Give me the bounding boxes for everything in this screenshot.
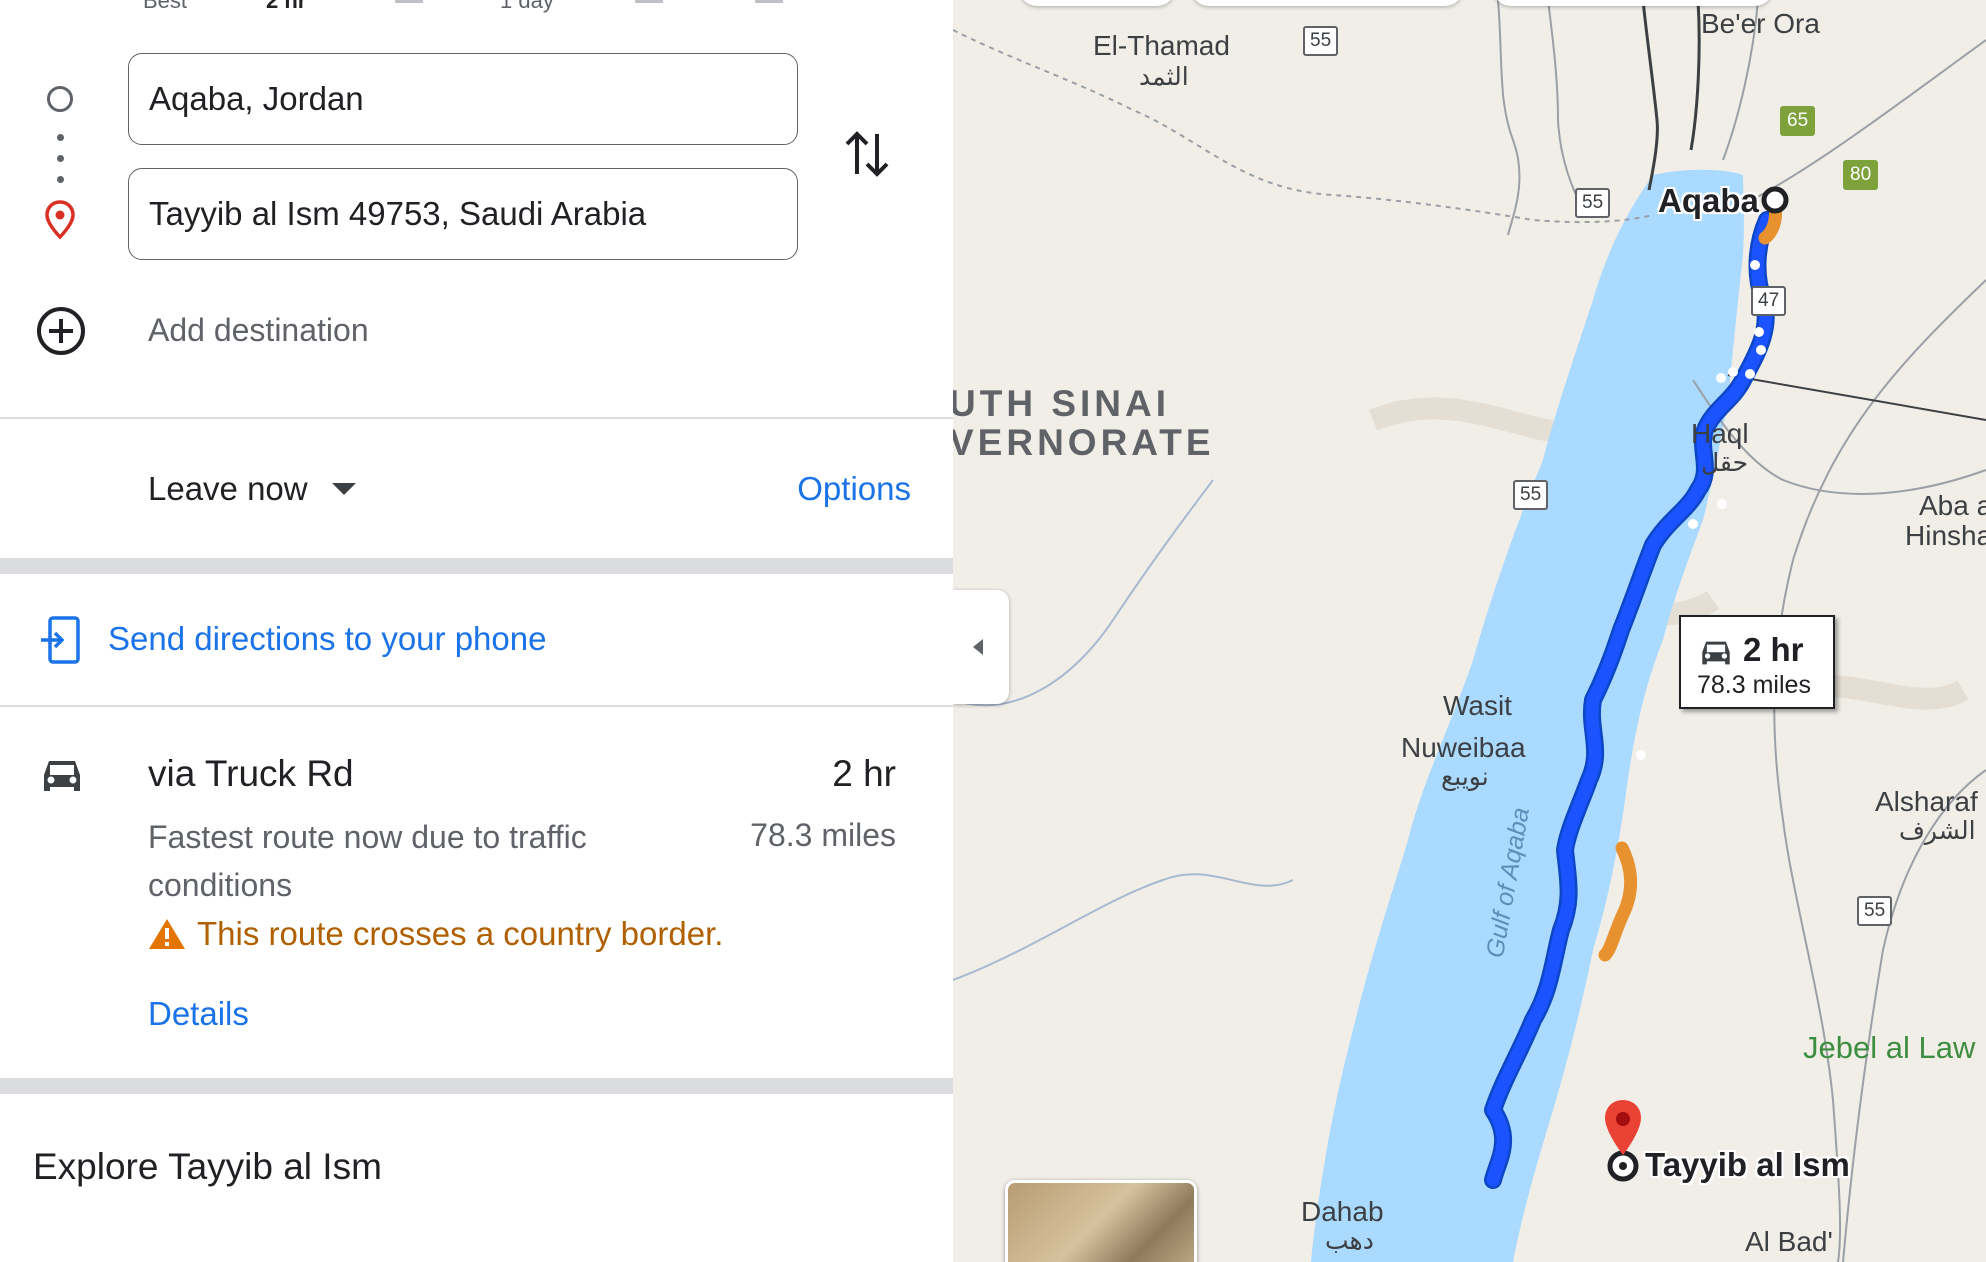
road: [1547, 0, 1584, 211]
directions-panel: Best 2 hr 1 day Aqaba, Jordan Tayyib al …: [0, 0, 954, 1262]
layers-thumbnail[interactable]: [1005, 1180, 1197, 1262]
place-label-arabic: دهب: [1325, 1227, 1374, 1255]
destination-label: Tayyib al Ism: [1645, 1146, 1850, 1183]
region-label: UTH SINAI: [953, 383, 1170, 424]
callout-time: 2 hr: [1743, 631, 1804, 668]
road: [1727, 374, 1986, 421]
route-callout[interactable]: 2 hr 78.3 miles: [1679, 615, 1835, 709]
details-link[interactable]: Details: [148, 995, 249, 1033]
chevron-left-icon: [973, 639, 983, 655]
route-distance: 78.3 miles: [750, 817, 896, 853]
strip-divider: [395, 0, 423, 3]
caret-down-icon: [331, 483, 356, 495]
options-button[interactable]: Options: [797, 470, 911, 508]
route-card[interactable]: via Truck Rd 2 hr Fastest route now due …: [0, 707, 953, 1077]
place-label: Alsharaf: [1875, 786, 1978, 817]
divider: [0, 417, 953, 419]
best-label: Best: [143, 0, 188, 13]
road: [1773, 279, 1986, 1262]
place-label: Be'er Ora: [1701, 8, 1820, 39]
origin-label: Aqaba: [1658, 182, 1759, 219]
car-icon: [1702, 641, 1730, 665]
place-label-arabic: الثمد: [1139, 63, 1189, 91]
day-label[interactable]: 1 day: [500, 0, 554, 14]
highway-shield: 55: [1513, 480, 1549, 510]
callout-distance: 78.3 miles: [1697, 671, 1811, 699]
road: [1497, 0, 1521, 236]
route-description: Fastest route now due to traffic conditi…: [148, 819, 587, 903]
highway-shield: 80: [1843, 160, 1879, 190]
destination-marker-dot: [1619, 1162, 1627, 1170]
place-label: Hinsha: [1905, 520, 1986, 551]
connector-dot-icon: [57, 134, 64, 141]
border-warning: This route crosses a country border.: [197, 915, 724, 952]
region-label: VERNORATE: [953, 422, 1215, 463]
leave-now-dropdown[interactable]: Leave now: [148, 470, 356, 508]
road: [1641, 0, 1659, 191]
add-destination-button[interactable]: Add destination: [148, 312, 369, 349]
route-title: via Truck Rd: [148, 753, 354, 794]
place-label: Al Bad': [1745, 1226, 1833, 1257]
send-directions-button[interactable]: Send directions to your phone: [108, 620, 546, 658]
leave-now-label: Leave now: [148, 470, 308, 507]
place-label: Wasit: [1443, 690, 1512, 721]
duration-label[interactable]: 2 hr: [266, 0, 306, 14]
pin-center: [1616, 1112, 1630, 1126]
highway-shield: 55: [1857, 896, 1893, 926]
wadi: [953, 873, 1294, 981]
place-label-arabic: حقل: [1701, 449, 1749, 477]
place-label: Dahab: [1301, 1196, 1384, 1227]
destination-pin-icon: [45, 200, 75, 240]
border-line: [953, 29, 1654, 224]
highway-shield: 55: [1575, 188, 1611, 218]
travel-mode-strip: Best 2 hr 1 day: [0, 0, 953, 22]
destination-pin-icon[interactable]: [1605, 1100, 1641, 1155]
place-label: Aba a: [1919, 490, 1986, 521]
destination-input[interactable]: Tayyib al Ism 49753, Saudi Arabia: [128, 168, 798, 260]
route-time: 2 hr: [832, 753, 896, 794]
road: [1689, 0, 1701, 151]
place-label: El-Thamad: [1093, 30, 1230, 61]
explore-heading: Explore Tayyib al Ism: [33, 1146, 382, 1187]
place-label-arabic: نويبع: [1441, 763, 1489, 791]
map-canvas[interactable]: 55 55 55 55 47 65 80 El-Thamad الثمد Be'…: [953, 0, 1986, 1262]
terrain-label: Jebel al Law: [1803, 1030, 1976, 1065]
origin-input[interactable]: Aqaba, Jordan: [128, 53, 798, 145]
add-destination-icon[interactable]: [34, 304, 88, 358]
gulf-water: [1311, 169, 1744, 1262]
map-filter-chip[interactable]: [1493, 0, 1773, 6]
map-filter-chip[interactable]: [1019, 0, 1175, 6]
place-label: Haql: [1691, 418, 1749, 449]
send-to-phone-icon[interactable]: [40, 615, 82, 665]
place-label: Nuweibaa: [1401, 732, 1526, 763]
place-label-arabic: الشرف: [1899, 817, 1976, 845]
strip-divider: [755, 0, 783, 3]
section-divider: [0, 558, 953, 574]
map-filter-chip[interactable]: [1191, 0, 1463, 6]
highway-shield: 65: [1780, 106, 1816, 136]
connector-dot-icon: [57, 176, 64, 183]
highway-shield: 47: [1751, 286, 1787, 316]
origin-circle-icon: [47, 86, 73, 112]
section-divider: [0, 1078, 953, 1094]
car-icon: [44, 761, 80, 791]
swap-icon[interactable]: [842, 126, 892, 182]
collapse-panel-button[interactable]: [953, 590, 1009, 704]
origin-marker[interactable]: [1761, 186, 1789, 214]
connector-dot-icon: [57, 155, 64, 162]
highway-shield: 55: [1303, 26, 1339, 56]
strip-divider: [635, 0, 663, 3]
warning-icon: [149, 919, 185, 949]
